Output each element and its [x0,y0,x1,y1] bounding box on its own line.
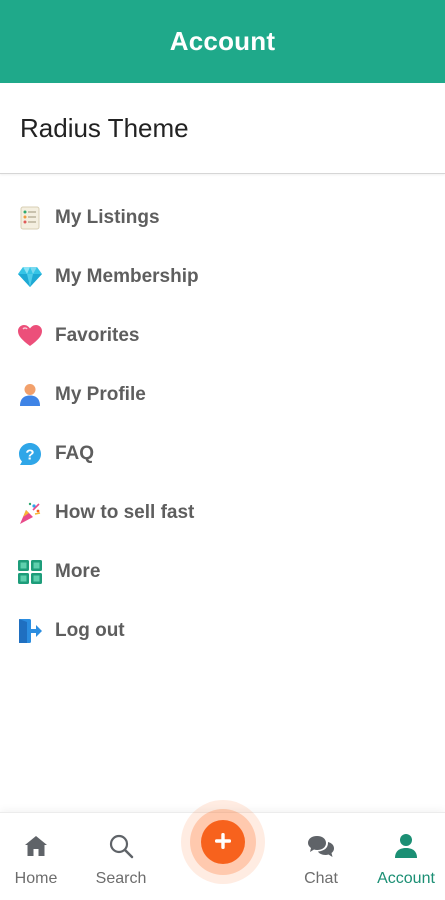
account-icon [391,831,421,861]
account-menu: My Listings My Membership Favorites My P… [0,188,445,660]
account-screen: Account Radius Theme My Listings My Memb… [0,0,445,900]
chat-icon [306,831,336,861]
app-bar: Account [0,0,445,83]
menu-item-label: More [55,560,101,582]
add-listing-button[interactable] [201,820,245,864]
menu-item-how-to-sell-fast[interactable]: How to sell fast [0,483,445,542]
diamond-icon [16,263,44,291]
menu-item-label: FAQ [55,442,95,464]
nav-label-chat: Chat [304,870,338,887]
nav-home[interactable]: Home [8,813,64,900]
menu-item-more[interactable]: More [0,542,445,601]
plus-icon [213,831,233,854]
party-popper-icon [16,499,44,527]
logout-icon [16,617,44,645]
question-icon: ? [16,440,44,468]
menu-item-label: Log out [55,619,125,641]
profile-name: Radius Theme [20,113,189,143]
menu-item-my-membership[interactable]: My Membership [0,247,445,306]
menu-item-label: Favorites [55,324,140,346]
home-icon [21,831,51,861]
user-icon [16,381,44,409]
nav-label-search: Search [95,870,147,887]
menu-item-label: How to sell fast [55,501,195,523]
grid-icon [16,558,44,586]
nav-account[interactable]: Account [372,813,440,900]
profile-row[interactable]: Radius Theme [0,84,445,174]
nav-search[interactable]: Search [90,813,152,900]
menu-item-my-profile[interactable]: My Profile [0,365,445,424]
menu-item-label: My Profile [55,383,146,405]
menu-item-favorites[interactable]: Favorites [0,306,445,365]
menu-item-label: My Membership [55,265,199,287]
menu-item-my-listings[interactable]: My Listings [0,188,445,247]
nav-chat[interactable]: Chat [296,813,346,900]
menu-item-label: My Listings [55,206,160,228]
menu-item-faq[interactable]: ? FAQ [0,424,445,483]
nav-label-home: Home [14,870,58,887]
page-title: Account [169,26,276,56]
heart-icon [16,322,44,350]
svg-text:?: ? [25,446,34,463]
nav-label-account: Account [377,870,435,887]
menu-item-log-out[interactable]: Log out [0,601,445,660]
search-icon [106,831,136,861]
listings-icon [16,204,44,232]
